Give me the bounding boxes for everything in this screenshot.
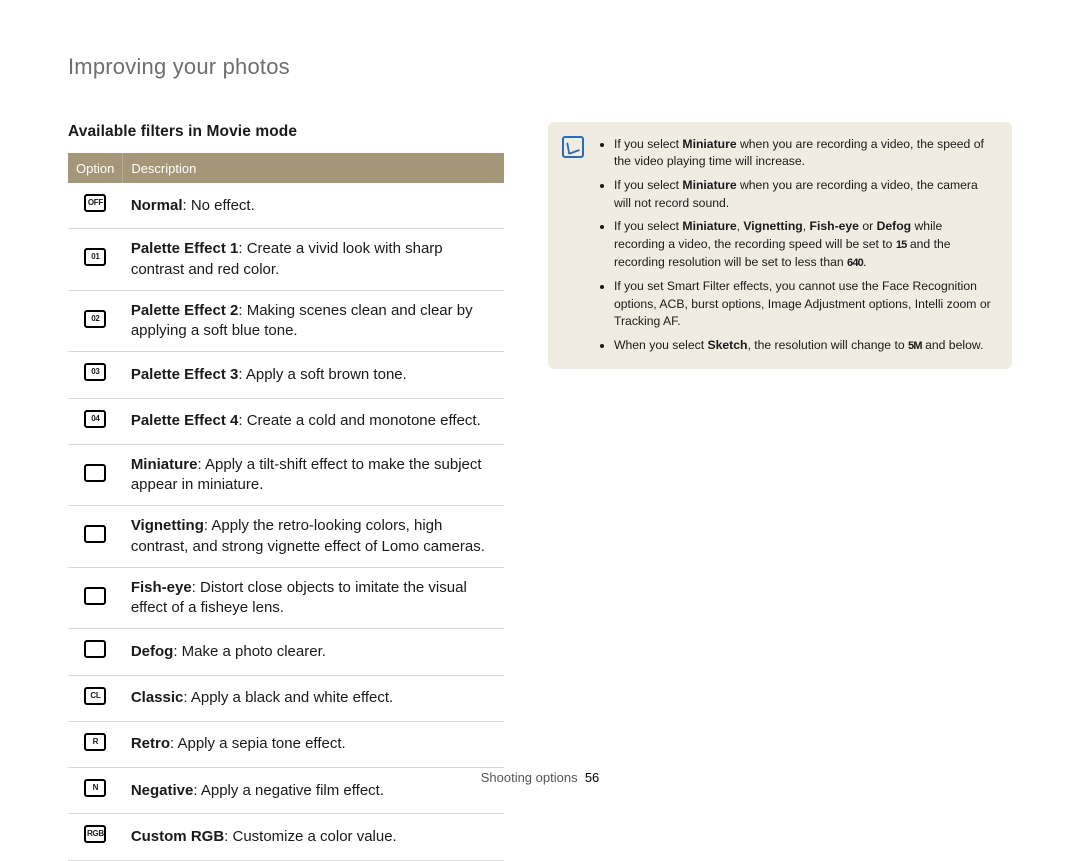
option-icon <box>84 639 106 659</box>
option-description-cell: Vignetting: Apply the retro-looking colo… <box>123 506 504 568</box>
option-desc: : Customize a color value. <box>224 828 397 845</box>
table-row: RGB Custom RGB: Customize a color value. <box>68 814 504 860</box>
th-option: Option <box>68 153 123 183</box>
option-description-cell: Retro: Apply a sepia tone effect. <box>123 721 504 767</box>
option-icon: 01 <box>84 247 106 267</box>
option-description-cell: Palette Effect 2: Making scenes clean an… <box>123 290 504 352</box>
option-desc: : No effect. <box>183 197 255 214</box>
option-icon: 02 <box>84 309 106 329</box>
option-desc: : Create a cold and monotone effect. <box>238 412 480 429</box>
option-icon: RGB <box>84 824 106 844</box>
option-name: Defog <box>131 643 174 660</box>
option-description-cell: Palette Effect 4: Create a cold and mono… <box>123 398 504 444</box>
option-description-cell: Normal: No effect. <box>123 183 504 229</box>
option-name: Miniature <box>131 456 198 473</box>
option-description-cell: Fish-eye: Distort close objects to imita… <box>123 567 504 629</box>
option-icon-cell: OFF <box>68 183 123 229</box>
option-icon-cell <box>68 629 123 675</box>
option-name: Fish-eye <box>131 579 192 596</box>
option-name: Palette Effect 2 <box>131 302 239 319</box>
table-row: Vignetting: Apply the retro-looking colo… <box>68 506 504 568</box>
option-name: Normal <box>131 197 183 214</box>
table-row: R Retro: Apply a sepia tone effect. <box>68 721 504 767</box>
option-icon-cell: 01 <box>68 229 123 291</box>
option-name: Retro <box>131 735 170 752</box>
option-icon-cell <box>68 444 123 506</box>
option-icon: 04 <box>84 409 106 429</box>
note-list: If you select Miniature when you are rec… <box>598 136 994 355</box>
left-column: Available filters in Movie mode Option D… <box>68 122 504 861</box>
option-icon: OFF <box>84 193 106 213</box>
option-icon-cell <box>68 506 123 568</box>
option-icon: R <box>84 732 106 752</box>
page-title: Improving your photos <box>68 52 1012 82</box>
filter-table: Option Description OFF Normal: No effect.… <box>68 153 504 861</box>
note-item: If you select Miniature when you are rec… <box>614 136 994 171</box>
table-row: 01 Palette Effect 1: Create a vivid look … <box>68 229 504 291</box>
table-row: 02 Palette Effect 2: Making scenes clean … <box>68 290 504 352</box>
table-row: CL Classic: Apply a black and white effec… <box>68 675 504 721</box>
option-name: Custom RGB <box>131 828 224 845</box>
option-icon-cell: CL <box>68 675 123 721</box>
option-description-cell: Defog: Make a photo clearer. <box>123 629 504 675</box>
option-description-cell: Miniature: Apply a tilt-shift effect to … <box>123 444 504 506</box>
note-item: If you select Miniature, Vignetting, Fis… <box>614 218 994 272</box>
note-item: When you select Sketch, the resolution w… <box>614 337 994 355</box>
table-row: Miniature: Apply a tilt-shift effect to … <box>68 444 504 506</box>
resolution-icon: 5M <box>908 340 922 352</box>
option-icon-cell <box>68 567 123 629</box>
option-description-cell: Palette Effect 1: Create a vivid look wi… <box>123 229 504 291</box>
option-icon-cell: RGB <box>68 814 123 860</box>
resolution-icon: 640 <box>847 257 863 269</box>
option-name: Palette Effect 4 <box>131 412 239 429</box>
option-desc: : Apply a sepia tone effect. <box>170 735 346 752</box>
table-row: OFF Normal: No effect. <box>68 183 504 229</box>
table-row: Fish-eye: Distort close objects to imita… <box>68 567 504 629</box>
option-description-cell: Classic: Apply a black and white effect. <box>123 675 504 721</box>
footer-page-number: 56 <box>585 770 599 785</box>
info-icon <box>562 136 584 158</box>
table-row: 03 Palette Effect 3: Apply a soft brown t… <box>68 352 504 398</box>
th-description: Description <box>123 153 504 183</box>
fps-icon: 15 <box>896 239 907 251</box>
option-icon <box>84 524 106 544</box>
table-row: Defog: Make a photo clearer. <box>68 629 504 675</box>
footer-section: Shooting options <box>481 770 578 785</box>
note-box: If you select Miniature when you are rec… <box>548 122 1012 369</box>
option-name: Classic <box>131 689 184 706</box>
option-icon-cell: 04 <box>68 398 123 444</box>
right-column: If you select Miniature when you are rec… <box>548 122 1012 861</box>
option-icon: 03 <box>84 362 106 382</box>
option-description-cell: Palette Effect 3: Apply a soft brown ton… <box>123 352 504 398</box>
option-icon <box>84 463 106 483</box>
table-row: 04 Palette Effect 4: Create a cold and mo… <box>68 398 504 444</box>
page-footer: Shooting options 56 <box>0 769 1080 787</box>
option-icon-cell: 02 <box>68 290 123 352</box>
note-item: If you select Miniature when you are rec… <box>614 177 994 212</box>
option-name: Palette Effect 3 <box>131 366 239 383</box>
note-item: If you set Smart Filter effects, you can… <box>614 278 994 331</box>
option-name: Vignetting <box>131 517 204 534</box>
option-desc: : Apply a black and white effect. <box>183 689 393 706</box>
option-icon-cell: R <box>68 721 123 767</box>
option-desc: : Apply a soft brown tone. <box>238 366 406 383</box>
section-title: Available filters in Movie mode <box>68 122 504 143</box>
option-name: Palette Effect 1 <box>131 240 239 257</box>
option-icon: CL <box>84 686 106 706</box>
option-icon-cell: 03 <box>68 352 123 398</box>
option-desc: : Make a photo clearer. <box>173 643 326 660</box>
note-icon-wrap <box>562 136 588 355</box>
option-description-cell: Custom RGB: Customize a color value. <box>123 814 504 860</box>
option-icon <box>84 586 106 606</box>
